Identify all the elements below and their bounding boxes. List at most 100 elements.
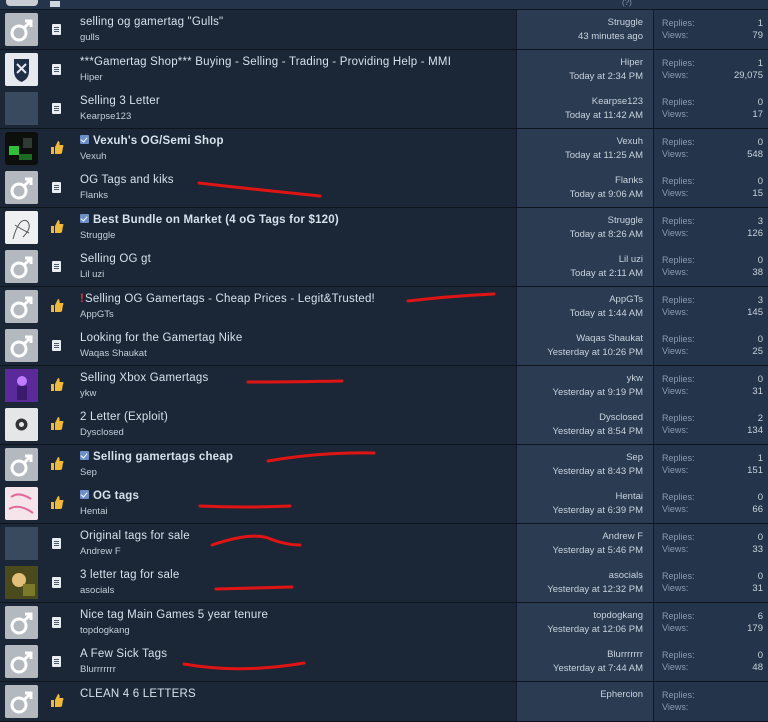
thread-title-text[interactable]: Vexuh's OG/Semi Shop — [93, 135, 224, 147]
thread-title[interactable]: Looking for the Gamertag Nike — [80, 332, 242, 344]
thread-title-text[interactable]: Selling OG gt — [80, 253, 151, 265]
avatar[interactable] — [5, 526, 38, 560]
avatar[interactable] — [5, 52, 38, 86]
thread-title[interactable]: Best Bundle on Market (4 oG Tags for $12… — [80, 213, 339, 226]
thread-title[interactable]: Selling 3 Letter — [80, 95, 160, 107]
thread-title-text[interactable]: A Few Sick Tags — [80, 648, 167, 660]
last-post-user[interactable]: Hiper — [620, 57, 643, 68]
thread-title-text[interactable]: Original tags for sale — [80, 530, 190, 542]
last-post-time[interactable]: Yesterday at 10:26 PM — [547, 347, 643, 358]
thread-title[interactable]: Selling gamertags cheap — [80, 450, 233, 463]
last-post-user[interactable]: Ephercion — [600, 689, 643, 700]
avatar[interactable] — [5, 566, 38, 599]
thread-title-text[interactable]: selling og gamertag "Gulls" — [80, 16, 223, 28]
thread-title[interactable]: Selling OG gt — [80, 253, 151, 265]
avatar[interactable] — [5, 250, 38, 283]
thread-title-text[interactable]: CLEAN 4 6 LETTERS — [80, 688, 196, 700]
thread-row[interactable]: Original tags for sale Andrew F Andrew F Ye… — [0, 523, 768, 564]
thread-title[interactable]: !Selling OG Gamertags - Cheap Prices - L… — [80, 293, 375, 305]
avatar[interactable] — [5, 289, 38, 323]
thread-title-text[interactable]: Selling Xbox Gamertags — [80, 372, 208, 384]
thread-title-text[interactable]: Selling gamertags cheap — [93, 451, 233, 463]
avatar[interactable] — [5, 408, 38, 441]
thread-title[interactable]: A Few Sick Tags — [80, 648, 167, 660]
thread-title[interactable]: Nice tag Main Games 5 year tenure — [80, 609, 268, 621]
thread-author[interactable]: AppGTs — [80, 309, 114, 320]
last-post-time[interactable]: Yesterday at 9:19 PM — [553, 387, 643, 398]
last-post-user[interactable]: AppGTs — [609, 294, 643, 305]
last-post-user[interactable]: Struggle — [608, 215, 643, 226]
last-post-time[interactable]: Today at 2:11 AM — [570, 268, 643, 279]
thread-row[interactable]: OG tags Hentai Hentai Yesterday at 6:39 PM R… — [0, 484, 768, 524]
avatar[interactable] — [5, 13, 38, 46]
avatar[interactable] — [5, 447, 38, 481]
thread-title-text[interactable]: ***Gamertag Shop*** Buying - Selling - T… — [80, 56, 451, 68]
last-post-time[interactable]: Yesterday at 5:46 PM — [553, 545, 643, 556]
thread-author[interactable]: Dysclosed — [80, 427, 124, 438]
thread-row[interactable]: Vexuh's OG/Semi Shop Vexuh Vexuh Today at 1… — [0, 128, 768, 169]
avatar[interactable] — [5, 684, 38, 718]
thread-row[interactable]: ***Gamertag Shop*** Buying - Selling - T… — [0, 49, 768, 90]
thread-author[interactable]: Andrew F — [80, 546, 121, 557]
thread-title[interactable]: CLEAN 4 6 LETTERS — [80, 688, 196, 700]
thread-author[interactable]: Sep — [80, 467, 97, 478]
last-post-user[interactable]: Hentai — [616, 491, 643, 502]
thread-author[interactable]: Blurrrrrrr — [80, 664, 116, 675]
avatar[interactable] — [5, 329, 38, 362]
thread-row[interactable]: CLEAN 4 6 LETTERS Ephercion Replies: Views: — [0, 681, 768, 722]
thread-title-text[interactable]: OG Tags and kiks — [80, 174, 174, 186]
last-post-time[interactable]: Today at 8:26 AM — [570, 229, 643, 240]
last-post-user[interactable]: asocials — [609, 570, 643, 581]
last-post-time[interactable]: Today at 9:06 AM — [570, 189, 643, 200]
last-post-time[interactable]: Yesterday at 12:32 PM — [547, 584, 643, 595]
last-post-time[interactable]: Yesterday at 7:44 AM — [553, 663, 643, 674]
thread-title[interactable]: Vexuh's OG/Semi Shop — [80, 134, 224, 147]
last-post-user[interactable]: Kearpse123 — [592, 96, 643, 107]
thread-title[interactable]: 3 letter tag for sale — [80, 569, 179, 581]
thread-title-text[interactable]: Best Bundle on Market (4 oG Tags for $12… — [93, 214, 339, 226]
last-post-time[interactable]: Yesterday at 6:39 PM — [553, 505, 643, 516]
thread-row[interactable]: selling og gamertag "Gulls" gulls Struggle… — [0, 10, 768, 50]
thread-author[interactable]: Flanks — [80, 190, 108, 201]
last-post-user[interactable]: Lil uzi — [619, 254, 643, 265]
thread-author[interactable]: Waqas Shaukat — [80, 348, 147, 359]
avatar[interactable] — [5, 645, 38, 678]
last-post-user[interactable]: Andrew F — [602, 531, 643, 542]
thread-row[interactable]: Nice tag Main Games 5 year tenure topdogk… — [0, 602, 768, 643]
thread-title-text[interactable]: Selling OG Gamertags - Cheap Prices - Le… — [85, 293, 375, 305]
thread-author[interactable]: gulls — [80, 32, 100, 43]
avatar[interactable] — [5, 131, 38, 165]
thread-row[interactable]: Looking for the Gamertag Nike Waqas Shauk… — [0, 326, 768, 366]
last-post-time[interactable]: 43 minutes ago — [578, 31, 643, 42]
avatar[interactable] — [5, 605, 38, 639]
avatar[interactable] — [5, 487, 38, 520]
avatar[interactable] — [5, 92, 38, 125]
thread-title[interactable]: 2 Letter (Exploit) — [80, 411, 168, 423]
thread-title-text[interactable]: Selling 3 Letter — [80, 95, 160, 107]
last-post-time[interactable]: Yesterday at 8:43 PM — [553, 466, 643, 477]
last-post-user[interactable]: Dysclosed — [599, 412, 643, 423]
thread-row[interactable]: !Selling OG Gamertags - Cheap Prices - L… — [0, 286, 768, 327]
last-post-user[interactable]: Waqas Shaukat — [576, 333, 643, 344]
thread-author[interactable]: Lil uzi — [80, 269, 104, 280]
avatar[interactable] — [5, 210, 38, 244]
last-post-time[interactable]: Today at 1:44 AM — [570, 308, 643, 319]
last-post-time[interactable]: Yesterday at 8:54 PM — [553, 426, 643, 437]
thread-title[interactable]: selling og gamertag "Gulls" — [80, 16, 223, 28]
thread-author[interactable]: Kearpse123 — [80, 111, 131, 122]
thread-title-text[interactable]: OG tags — [93, 490, 139, 502]
thread-title-text[interactable]: Looking for the Gamertag Nike — [80, 332, 242, 344]
thread-row[interactable]: Selling Xbox Gamertags ykw ykw Yesterday at… — [0, 365, 768, 406]
thread-row[interactable]: 2 Letter (Exploit) Dysclosed Dysclosed Yest… — [0, 405, 768, 445]
thread-title[interactable]: Original tags for sale — [80, 530, 190, 542]
last-post-user[interactable]: Vexuh — [617, 136, 643, 147]
thread-title-text[interactable]: 3 letter tag for sale — [80, 569, 179, 581]
thread-title[interactable]: ***Gamertag Shop*** Buying - Selling - T… — [80, 56, 451, 68]
thread-author[interactable]: Hentai — [80, 506, 107, 517]
last-post-user[interactable]: Sep — [626, 452, 643, 463]
last-post-user[interactable]: Struggle — [608, 17, 643, 28]
avatar[interactable] — [5, 171, 38, 204]
thread-title-text[interactable]: Nice tag Main Games 5 year tenure — [80, 609, 268, 621]
thread-author[interactable]: asocials — [80, 585, 114, 596]
thread-row[interactable]: A Few Sick Tags Blurrrrrrr Blurrrrrrr Yeste… — [0, 642, 768, 682]
